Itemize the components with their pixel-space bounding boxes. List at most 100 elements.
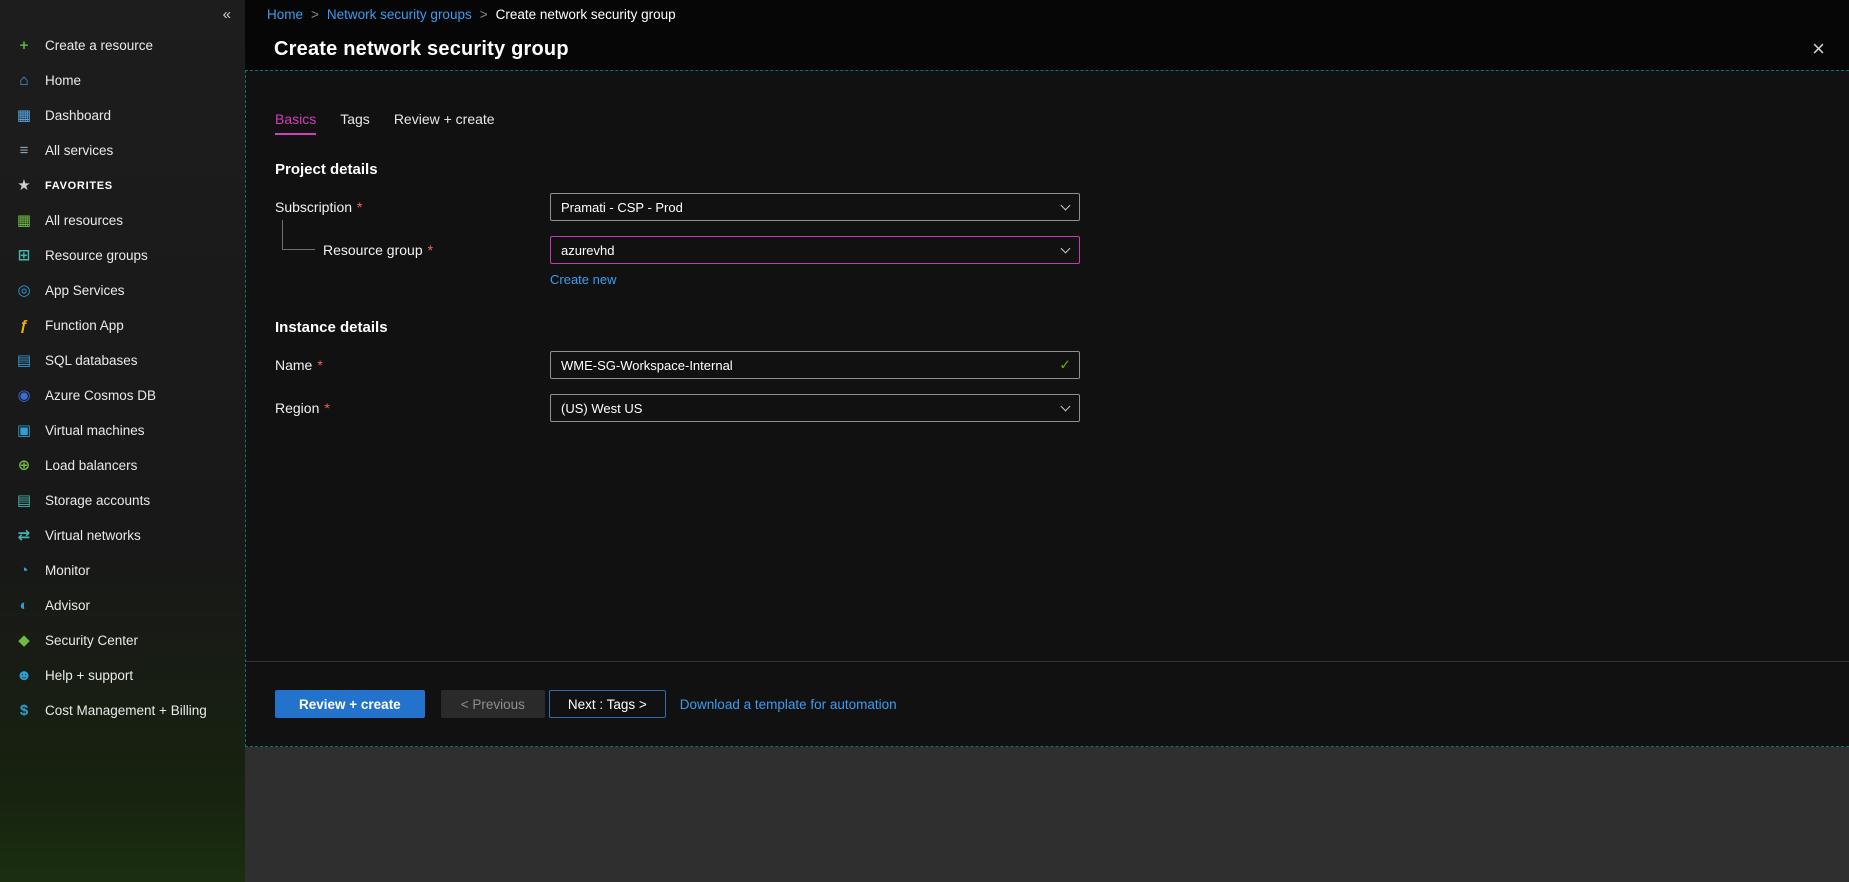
sidebar-item-resource-groups[interactable]: ⊞ Resource groups (0, 238, 245, 273)
breadcrumb-item[interactable]: Home (267, 7, 303, 22)
page-title: Create network security group (274, 38, 569, 61)
name-input[interactable] (550, 351, 1080, 379)
breadcrumb-separator: > (480, 7, 488, 22)
sidebar-item-label: Monitor (45, 563, 90, 578)
instance-details-heading: Instance details (275, 319, 1849, 336)
sidebar-item-azure-cosmos-db[interactable]: ◉Azure Cosmos DB (0, 378, 245, 413)
sidebar-item-security-center[interactable]: ◆ Security Center (0, 623, 245, 658)
grid-icon: ▦ (13, 213, 35, 228)
sidebar-item-all-resources[interactable]: ▦ All resources (0, 203, 245, 238)
sidebar-item-virtual-machines[interactable]: ▣ Virtual machines (0, 413, 245, 448)
sidebar-item-label: Load balancers (45, 458, 137, 473)
sidebar-item-label: Virtual networks (45, 528, 141, 543)
cosmos-db-icon: ◉ (13, 388, 35, 403)
star-icon: ★ (13, 178, 35, 193)
chevron-down-icon (1061, 243, 1071, 253)
required-asterisk: * (357, 199, 362, 215)
tab-review-create[interactable]: Review + create (394, 111, 495, 135)
function-app-icon: ƒ (13, 318, 35, 333)
sidebar-item-function-app[interactable]: ƒ Function App (0, 308, 245, 343)
create-new-link[interactable]: Create new (550, 272, 616, 287)
region-row: Region * (US) West US (275, 394, 1849, 422)
sidebar-item-label: Security Center (45, 633, 138, 648)
storage-account-icon: ▤ (13, 493, 35, 508)
resource-group-connector (282, 220, 315, 250)
download-template-link[interactable]: Download a template for automation (680, 697, 897, 712)
shield-icon: ◆ (13, 633, 35, 648)
sidebar-item-help-support[interactable]: ☻Help + support (0, 658, 245, 693)
resource-group-row: Resource group * azurevhd (275, 236, 1849, 264)
sidebar-item-label: Home (45, 73, 81, 88)
billing-icon: $ (13, 703, 35, 718)
sidebar-item-label: Function App (45, 318, 124, 333)
sidebar-item-label: Create a resource (45, 38, 153, 53)
sidebar-item-label: Storage accounts (45, 493, 150, 508)
azure-portal: « + Create a resource ⌂ Home ▦Dashboard ≡ All … (0, 0, 1849, 882)
sidebar-item-label: Virtual machines (45, 423, 145, 438)
breadcrumb-separator: > (311, 7, 319, 22)
sidebar: « + Create a resource ⌂ Home ▦Dashboard ≡ All … (0, 0, 245, 882)
tab-basics[interactable]: Basics (275, 111, 316, 135)
sidebar-item-favorites: ★FAVORITES (0, 168, 245, 203)
breadcrumb-item: Create network security group (496, 7, 676, 22)
sidebar-item-label: All services (45, 143, 113, 158)
help-support-icon: ☻ (13, 668, 35, 683)
sql-database-icon: ▤ (13, 353, 35, 368)
virtual-machine-icon: ▣ (13, 423, 35, 438)
name-label: Name * (275, 357, 550, 373)
sidebar-item-label: All resources (45, 213, 123, 228)
required-asterisk: * (317, 357, 322, 373)
monitor-icon: ◔ (13, 563, 35, 578)
plus-icon: + (13, 38, 35, 53)
next-tags-button[interactable]: Next : Tags > (549, 690, 666, 718)
sidebar-item-all-services[interactable]: ≡ All services (0, 133, 245, 168)
sidebar-item-virtual-networks[interactable]: ⇄ Virtual networks (0, 518, 245, 553)
sidebar-item-home[interactable]: ⌂ Home (0, 63, 245, 98)
review-create-button[interactable]: Review + create (275, 690, 425, 718)
virtual-network-icon: ⇄ (13, 528, 35, 543)
sidebar-collapse-button[interactable]: « (0, 0, 245, 28)
project-details-heading: Project details (275, 161, 1849, 178)
sidebar-item-advisor[interactable]: ◐Advisor (0, 588, 245, 623)
sidebar-item-cost-management[interactable]: $Cost Management + Billing (0, 693, 245, 728)
sidebar-item-storage-accounts[interactable]: ▤ Storage accounts (0, 483, 245, 518)
sidebar-item-app-services[interactable]: ◎App Services (0, 273, 245, 308)
services-list-icon: ≡ (13, 143, 35, 158)
name-row: Name * ✓ (275, 351, 1849, 379)
sidebar-item-dashboard[interactable]: ▦Dashboard (0, 98, 245, 133)
sidebar-item-load-balancers[interactable]: ⊕ Load balancers (0, 448, 245, 483)
app-services-icon: ◎ (13, 283, 35, 298)
sidebar-item-monitor[interactable]: ◔ Monitor (0, 553, 245, 588)
breadcrumb-item[interactable]: Network security groups (327, 7, 472, 22)
dashboard-icon: ▦ (13, 108, 35, 123)
tab-tags[interactable]: Tags (340, 111, 370, 135)
subscription-row: Subscription * Pramati - CSP - Prod (275, 193, 1849, 221)
sidebar-item-create-a-resource[interactable]: + Create a resource (0, 28, 245, 63)
region-dropdown[interactable]: (US) West US (550, 394, 1080, 422)
field-label-text: Resource group (323, 242, 423, 258)
region-value: (US) West US (561, 401, 1062, 416)
subscription-value: Pramati - CSP - Prod (561, 200, 1062, 215)
subscription-label: Subscription * (275, 199, 550, 215)
sidebar-item-label: Resource groups (45, 248, 148, 263)
wizard-footer: Review + create < Previous Next : Tags >… (246, 661, 1849, 746)
main-area: Home > Network security groups > Create netw… (245, 0, 1849, 882)
close-icon[interactable]: × (1806, 36, 1831, 62)
home-icon: ⌂ (13, 73, 35, 88)
basics-form: Basics Tags Review + create Project detail… (246, 71, 1849, 661)
chevron-down-icon (1061, 200, 1071, 210)
resource-group-label: Resource group * (275, 242, 550, 258)
bottom-strip (245, 747, 1849, 882)
subscription-dropdown[interactable]: Pramati - CSP - Prod (550, 193, 1080, 221)
advisor-icon: ◐ (13, 598, 35, 613)
load-balancer-icon: ⊕ (13, 458, 35, 473)
sidebar-item-sql-databases[interactable]: ▤ SQL databases (0, 343, 245, 378)
resource-groups-icon: ⊞ (13, 248, 35, 263)
required-asterisk: * (324, 400, 329, 416)
sidebar-item-label: SQL databases (45, 353, 138, 368)
resource-group-dropdown[interactable]: azurevhd (550, 236, 1080, 264)
required-asterisk: * (428, 242, 433, 258)
create-nsg-panel: Basics Tags Review + create Project detail… (245, 70, 1849, 747)
previous-button[interactable]: < Previous (441, 690, 545, 718)
name-input-wrap: ✓ (550, 351, 1080, 379)
